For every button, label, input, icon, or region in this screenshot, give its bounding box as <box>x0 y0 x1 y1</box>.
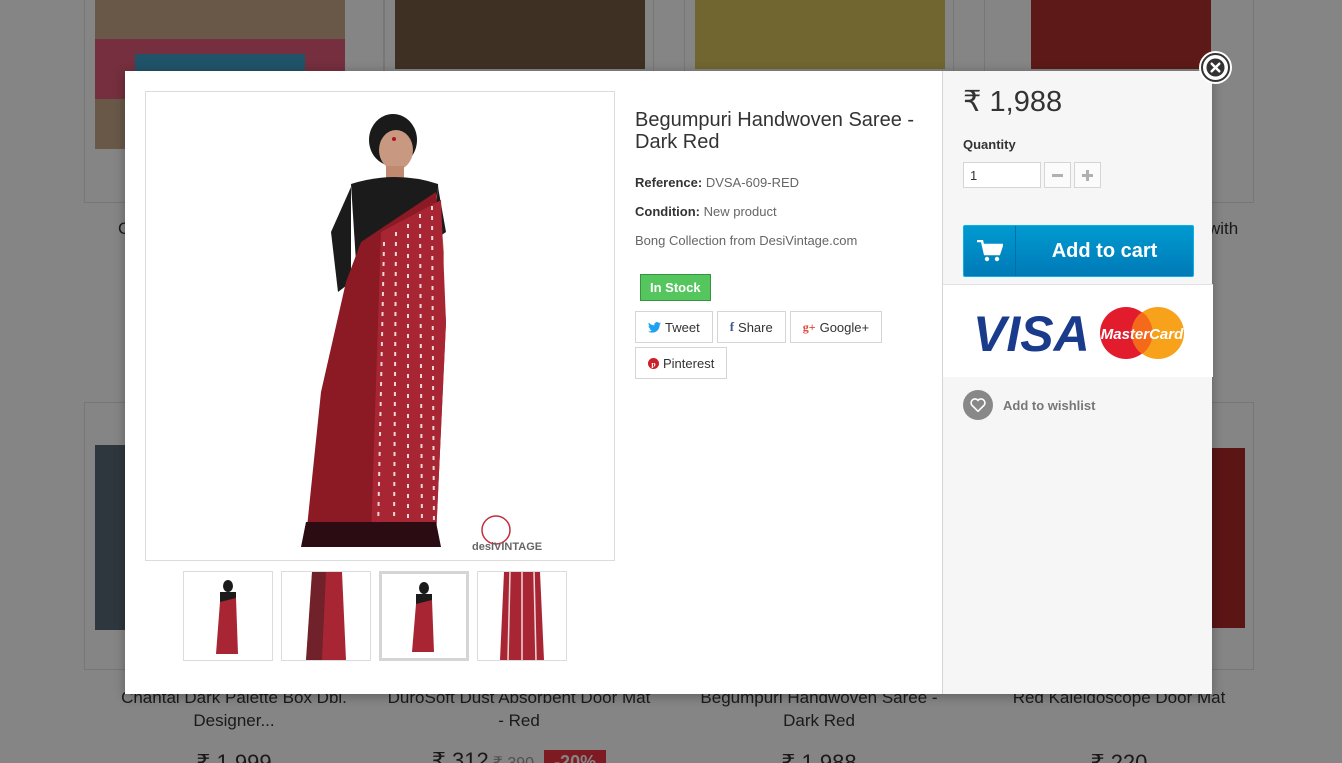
product-condition: Condition: New product <box>635 204 925 219</box>
twitter-icon <box>648 321 661 333</box>
cart-icon <box>964 226 1016 276</box>
close-modal-button[interactable] <box>1201 53 1230 82</box>
google-plus-label: Google+ <box>819 319 870 335</box>
product-info: Begumpuri Handwoven Saree - Dark Red Ref… <box>635 109 925 379</box>
wishlist-label: Add to wishlist <box>1003 397 1096 413</box>
add-to-wishlist-button[interactable]: Add to wishlist <box>963 390 1095 420</box>
product-thumbnail-active[interactable] <box>379 571 469 661</box>
plus-icon <box>1082 169 1093 181</box>
product-main-image[interactable]: desiVINTAGE <box>145 91 615 561</box>
quantity-decrease-button[interactable] <box>1044 162 1071 188</box>
facebook-icon: f <box>729 319 735 334</box>
add-to-cart-label: Add to cart <box>1051 239 1158 262</box>
svg-text:p: p <box>651 359 655 368</box>
quantity-input[interactable] <box>963 162 1041 188</box>
social-share-buttons: Tweet f Share g+ Google+ p Pinterest <box>635 311 935 379</box>
pinterest-label: Pinterest <box>663 355 715 371</box>
condition-value: New product <box>703 204 777 219</box>
condition-label: Condition: <box>635 204 700 219</box>
product-thumbnail[interactable] <box>477 571 567 661</box>
reference-label: Reference: <box>635 175 703 190</box>
pinterest-button[interactable]: p Pinterest <box>635 347 728 379</box>
visa-mastercard-logo: VISA MasterCard <box>973 306 1184 361</box>
product-description: Bong Collection from DesiVintage.com <box>635 233 858 248</box>
visa-logo-text: VISA <box>973 306 1090 361</box>
quantity-increase-button[interactable] <box>1074 162 1101 188</box>
add-to-cart-button[interactable]: Add to cart <box>963 225 1194 277</box>
share-button[interactable]: f Share <box>716 311 786 343</box>
stock-badge: In Stock <box>640 274 711 301</box>
product-reference: Reference: DVSA-609-RED <box>635 175 925 190</box>
google-plus-button[interactable]: g+ Google+ <box>789 311 883 343</box>
quantity-label: Quantity <box>963 137 1016 152</box>
image-watermark: desiVINTAGE <box>472 541 542 553</box>
tweet-label: Tweet <box>665 319 700 335</box>
buy-box: ₹ 1,988 Quantity Add to cart VISA Master… <box>942 71 1213 694</box>
product-thumbnail[interactable] <box>281 571 371 661</box>
tweet-button[interactable]: Tweet <box>635 311 713 343</box>
share-label: Share <box>738 319 773 335</box>
product-thumbnail[interactable] <box>183 571 273 661</box>
payment-logos: VISA MasterCard <box>943 285 1213 377</box>
google-plus-icon: g+ <box>802 319 816 334</box>
mastercard-logo-text: MasterCard <box>1100 326 1183 343</box>
heart-icon <box>963 390 993 420</box>
thumbnail-strip <box>183 571 567 661</box>
quick-view-modal: desiVINTAGE Begumpuri Handwoven Saree - … <box>125 71 1213 694</box>
reference-value: DVSA-609-RED <box>705 175 800 190</box>
close-icon <box>1206 58 1225 77</box>
product-price: ₹ 1,988 <box>963 86 1063 118</box>
pinterest-icon: p <box>648 357 659 369</box>
minus-icon <box>1052 173 1063 177</box>
product-title: Begumpuri Handwoven Saree - Dark Red <box>635 109 915 153</box>
